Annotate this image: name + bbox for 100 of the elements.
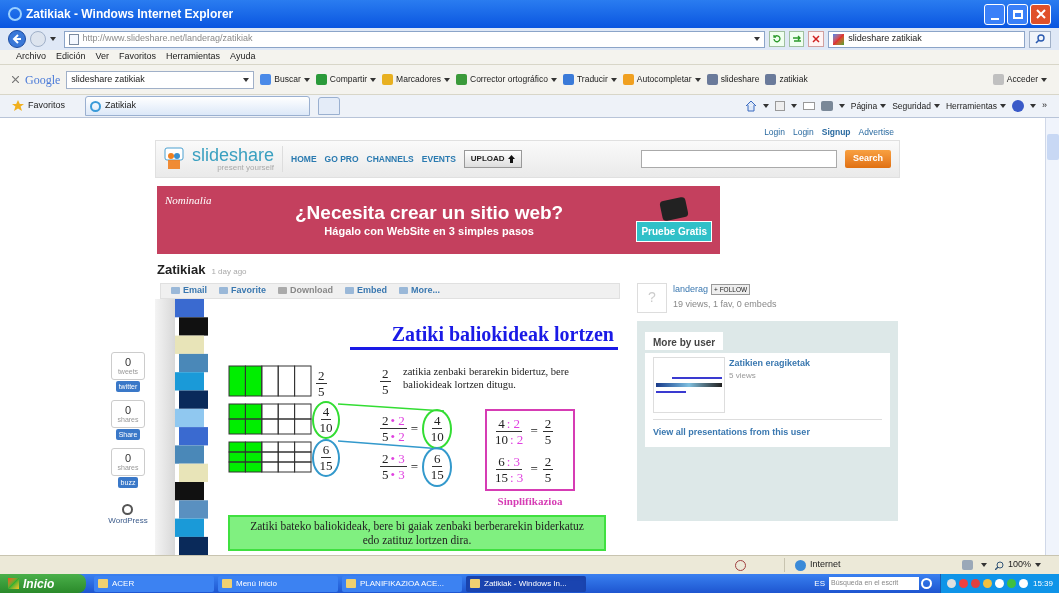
zoom-button[interactable]: 100% xyxy=(994,558,1051,572)
feed-icon[interactable] xyxy=(774,101,785,111)
numerator: 2 xyxy=(318,368,325,382)
action-link[interactable]: Favorite xyxy=(219,283,267,298)
menu-item[interactable]: Favoritos xyxy=(119,50,157,64)
ad-brand: Nominalia xyxy=(165,193,212,208)
maximize-button[interactable] xyxy=(1007,3,1028,25)
close-button[interactable] xyxy=(1030,3,1051,25)
operator: • 3 xyxy=(390,452,405,465)
toolbar-button[interactable]: Compartir xyxy=(315,73,377,86)
taskbar-button[interactable]: Zatikiak - Windows In... xyxy=(466,575,586,592)
operator: • 2 xyxy=(390,414,405,427)
wordpress-link[interactable]: WordPress xyxy=(108,515,148,527)
nav-link[interactable]: HOME xyxy=(291,152,317,166)
language-indicator[interactable]: ES xyxy=(814,577,825,590)
header-link[interactable]: Login xyxy=(792,126,814,140)
command-button[interactable]: Página xyxy=(850,99,887,113)
header-link[interactable]: Signup xyxy=(821,126,851,140)
new-tab-button[interactable] xyxy=(318,97,340,115)
menu-item[interactable]: Archivo xyxy=(16,50,46,64)
caret-icon xyxy=(1041,77,1047,82)
toolbar-icon xyxy=(706,74,718,85)
favorites-button[interactable]: Favoritos xyxy=(12,99,65,113)
header-link[interactable]: Login xyxy=(764,126,785,140)
go-button[interactable] xyxy=(788,31,805,47)
toolbar-search-field[interactable]: slideshare zatikiak xyxy=(66,70,255,89)
operator: : 3 xyxy=(510,470,524,484)
header-link[interactable]: Advertise xyxy=(858,126,894,140)
window-title: Zatikiak - Windows Internet Explorer xyxy=(26,6,234,23)
denominator: 10 xyxy=(319,421,333,434)
denominator: 5 xyxy=(382,430,389,443)
clock: 15:39 xyxy=(1032,577,1053,590)
toolbar-button[interactable]: slideshare xyxy=(706,73,760,86)
caret-icon xyxy=(370,77,377,82)
taskbar-button[interactable]: Menú Inicio xyxy=(218,575,338,592)
refresh-button[interactable] xyxy=(768,31,785,47)
search-text: slideshare zatikiak xyxy=(848,32,922,46)
site-search-field[interactable] xyxy=(641,150,837,168)
command-button[interactable]: Herramientas xyxy=(945,99,1006,113)
toolbar-icon xyxy=(260,74,272,85)
caret-icon xyxy=(1000,104,1006,108)
toolbar-button[interactable]: Acceder xyxy=(992,73,1047,86)
view-all-link[interactable]: View all presentations from this user xyxy=(653,425,882,439)
menu-item[interactable]: Herramientas xyxy=(166,50,221,64)
operator: : 2 xyxy=(506,416,521,430)
nav-link[interactable]: GO PRO xyxy=(324,152,359,166)
menu-item[interactable]: Ayuda xyxy=(230,50,256,64)
operator: • 3 xyxy=(390,468,405,481)
caret-icon xyxy=(790,104,797,108)
presentation-thumbnail[interactable] xyxy=(653,356,725,413)
user-link[interactable]: landerag xyxy=(673,282,709,296)
search-icon[interactable] xyxy=(920,578,932,589)
taskbar-button[interactable]: PLANIFIKAZIOA ACE... xyxy=(342,575,462,592)
denominator: 5 xyxy=(544,432,552,446)
url-text: http://www.slideshare.net/landerag/zatikiak xyxy=(82,32,253,46)
toolbar-icon xyxy=(765,74,777,85)
taskbar-button[interactable]: ACER xyxy=(94,575,214,592)
nav-link[interactable]: CHANNELS xyxy=(366,152,414,166)
upload-button[interactable]: UPLOAD xyxy=(463,150,522,168)
stop-button[interactable] xyxy=(808,31,825,47)
mail-icon[interactable] xyxy=(802,102,815,110)
toolbar-button[interactable]: Corrector ortográfico xyxy=(456,73,557,86)
minimize-button[interactable] xyxy=(984,3,1005,25)
close-icon xyxy=(1035,9,1046,19)
ad-subline: Hágalo con WebSite en 3 simples pasos xyxy=(324,225,534,239)
menu-item[interactable]: Ver xyxy=(95,50,110,64)
nav-link[interactable]: EVENTS xyxy=(421,152,456,166)
caret-icon xyxy=(444,77,450,82)
numerator: 6 xyxy=(322,443,330,456)
ad-headline: ¿Necesita crear un sitio web? xyxy=(295,201,564,225)
operator: : 3 xyxy=(506,454,521,468)
toolbar-button[interactable]: zatikiak xyxy=(765,73,808,86)
operator: • 2 xyxy=(390,430,405,443)
scrollbar[interactable] xyxy=(1045,118,1059,555)
print-icon[interactable] xyxy=(820,101,833,111)
toolbar-button[interactable]: Traducir xyxy=(562,73,617,86)
overflow-button[interactable]: » xyxy=(1042,99,1047,113)
back-button[interactable] xyxy=(8,30,26,48)
search-field[interactable]: slideshare zatikiak xyxy=(828,30,1026,48)
home-icon[interactable] xyxy=(744,100,757,112)
ad-banner[interactable]: Nominalia ¿Necesita crear un sitio web? Hágalo con WebSite en 3 simples pasos Pruebe Gratis xyxy=(157,186,720,254)
back-arrow-icon xyxy=(11,34,22,44)
search-button[interactable] xyxy=(1029,30,1051,48)
close-icon[interactable] xyxy=(12,76,19,83)
toolbar-icon xyxy=(992,74,1004,85)
action-link[interactable]: More... xyxy=(399,283,441,298)
presentation-link[interactable]: Zatikien eragiketak xyxy=(729,356,811,370)
command-button[interactable]: Seguridad xyxy=(892,99,940,113)
toolbar-button[interactable]: Autocompletar xyxy=(622,73,701,86)
address-field[interactable]: http://www.slideshare.net/landerag/zatikiak xyxy=(63,30,765,48)
stop-icon xyxy=(812,35,821,43)
toolbar-button[interactable]: Buscar xyxy=(260,73,310,86)
action-link[interactable]: Embed xyxy=(345,283,388,298)
browser-tab[interactable]: Zatikiak xyxy=(85,96,310,116)
denominator: 5 xyxy=(318,384,325,398)
action-link[interactable]: Email xyxy=(171,283,207,298)
start-button[interactable]: Inicio xyxy=(0,574,86,593)
numerator: 4 xyxy=(498,416,505,430)
menu-item[interactable]: Edición xyxy=(56,50,86,64)
toolbar-button[interactable]: Marcadores xyxy=(382,73,450,86)
